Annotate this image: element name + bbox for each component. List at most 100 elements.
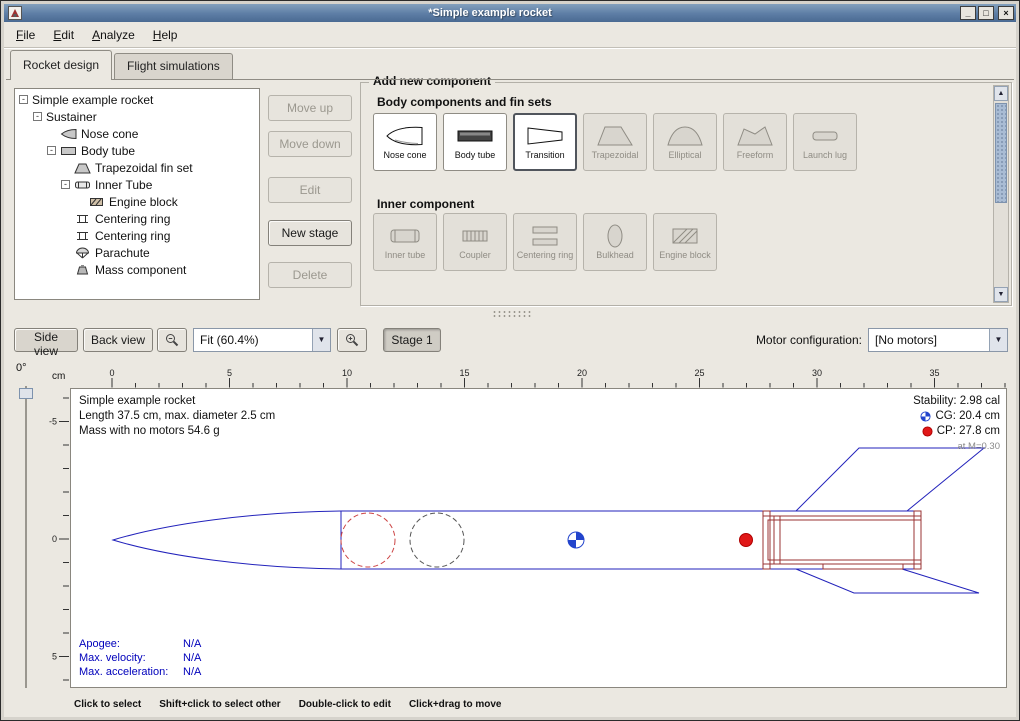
svg-text:25: 25 [694, 368, 704, 378]
menu-analyze[interactable]: Analyze [84, 24, 143, 46]
add-inner-tube-button[interactable]: Inner tube [373, 213, 437, 271]
tab-pane-border [6, 79, 1014, 80]
tree-item-simple-example-rocket[interactable]: -Simple example rocket [15, 91, 259, 108]
delete-button[interactable]: Delete [268, 262, 352, 288]
tree-item-centering-ring[interactable]: Centering ring [15, 227, 259, 244]
side-view-button[interactable]: Side view [14, 328, 78, 352]
apogee-label: Apogee: [79, 637, 183, 651]
centering-ring-icon [74, 230, 91, 242]
expander-minus-icon[interactable]: - [33, 112, 42, 121]
svg-text:20: 20 [577, 368, 587, 378]
title-bar[interactable]: *Simple example rocket _ □ × [4, 4, 1016, 22]
tab-flight-simulations[interactable]: Flight simulations [114, 53, 233, 79]
tree-item-engine-block[interactable]: Engine block [15, 193, 259, 210]
app-window: *Simple example rocket _ □ × FileEditAna… [0, 0, 1020, 721]
scrollbar[interactable]: ▲ ▼ [993, 85, 1009, 303]
add-launch-lug-button[interactable]: Launch lug [793, 113, 857, 171]
trapezoid-icon [595, 123, 635, 149]
scroll-down-icon[interactable]: ▼ [994, 287, 1008, 302]
add-centering-ring-button[interactable]: Centering ring [513, 213, 577, 271]
ruler-horizontal: 05101520253035 [70, 368, 1007, 388]
transition-icon [525, 123, 565, 149]
tree-item-body-tube[interactable]: -Body tube [15, 142, 259, 159]
new-stage-button[interactable]: New stage [268, 220, 352, 246]
menu-file[interactable]: File [8, 24, 43, 46]
add-elliptical-button[interactable]: Elliptical [653, 113, 717, 171]
add-engine-block-button[interactable]: Engine block [653, 213, 717, 271]
flight-data: Apogee:N/A Max. velocity:N/A Max. accele… [79, 637, 201, 679]
move-down-button[interactable]: Move down [268, 131, 352, 157]
zoom-in-button[interactable] [337, 328, 367, 352]
expander-minus-icon[interactable]: - [19, 95, 28, 104]
tree-item-trapezoidal-fin-set[interactable]: Trapezoidal fin set [15, 159, 259, 176]
component-tree[interactable]: -Simple example rocket-SustainerNose con… [14, 88, 260, 300]
elliptical-icon [665, 123, 705, 149]
scroll-up-icon[interactable]: ▲ [994, 86, 1008, 101]
add-bulkhead-button[interactable]: Bulkhead [583, 213, 647, 271]
body-tube-icon [455, 123, 495, 149]
tree-item-sustainer[interactable]: -Sustainer [15, 108, 259, 125]
mass-icon [74, 264, 91, 276]
body-components-row: Nose coneBody tubeTransitionTrapezoidalE… [373, 113, 857, 171]
tab-bar: Rocket designFlight simulations [4, 48, 1016, 79]
menu-edit[interactable]: Edit [45, 24, 82, 46]
minimize-button[interactable]: _ [960, 6, 976, 20]
body-components-section-label: Body components and fin sets [377, 95, 552, 109]
add-trapezoidal-button[interactable]: Trapezoidal [583, 113, 647, 171]
app-icon [8, 6, 22, 20]
tab-rocket-design[interactable]: Rocket design [10, 50, 112, 80]
add-nose-cone-button[interactable]: Nose cone [373, 113, 437, 171]
centering-ring-icon [74, 213, 91, 225]
stage-1-toggle[interactable]: Stage 1 [383, 328, 441, 352]
svg-text:0: 0 [109, 368, 114, 378]
rocket-mass: Mass with no motors 54.6 g [79, 424, 275, 439]
chevron-down-icon[interactable]: ▼ [312, 329, 330, 351]
splitter-handle[interactable] [492, 310, 532, 319]
tree-item-inner-tube[interactable]: -Inner Tube [15, 176, 259, 193]
motor-configuration-select[interactable]: [No motors] ▼ [868, 328, 1008, 352]
tree-item-mass-component[interactable]: Mass component [15, 261, 259, 278]
fin-upper [796, 448, 984, 511]
hint-click-select: Click to select [74, 699, 141, 710]
maximize-button[interactable]: □ [978, 6, 994, 20]
back-view-button[interactable]: Back view [83, 328, 153, 352]
inner-tube-icon [385, 223, 425, 249]
add-component-title: Add new component [369, 74, 495, 88]
move-up-button[interactable]: Move up [268, 95, 352, 121]
fin-lower [796, 569, 979, 593]
cp-marker [740, 534, 753, 547]
tree-item-nose-cone[interactable]: Nose cone [15, 125, 259, 142]
tree-item-parachute[interactable]: Parachute [15, 244, 259, 261]
menu-help[interactable]: Help [145, 24, 186, 46]
svg-text:5: 5 [227, 368, 232, 378]
cg-marker [568, 532, 584, 548]
close-button[interactable]: × [998, 6, 1014, 20]
slider-thumb[interactable] [19, 388, 33, 399]
tree-item-centering-ring[interactable]: Centering ring [15, 210, 259, 227]
inner-components-row: Inner tubeCouplerCentering ringBulkheadE… [373, 213, 717, 271]
hint-shift-click: Shift+click to select other [159, 699, 280, 710]
expander-minus-icon[interactable]: - [61, 180, 70, 189]
cp-icon [922, 426, 933, 437]
zoom-in-icon [344, 332, 360, 348]
motor-configuration-value: [No motors] [869, 329, 989, 351]
nose-cone-icon [60, 128, 77, 140]
edit-button[interactable]: Edit [268, 177, 352, 203]
svg-text:10: 10 [342, 368, 352, 378]
mach-value: at M=0.30 [913, 439, 1000, 454]
window-title: *Simple example rocket [22, 4, 958, 22]
add-coupler-button[interactable]: Coupler [443, 213, 507, 271]
add-body-tube-button[interactable]: Body tube [443, 113, 507, 171]
add-transition-button[interactable]: Transition [513, 113, 577, 171]
rocket-figure-canvas[interactable]: Simple example rocket Length 37.5 cm, ma… [70, 388, 1007, 688]
zoom-select[interactable]: Fit (60.4%) ▼ [193, 328, 331, 352]
engine-block-icon [88, 196, 105, 208]
ruler-vertical: -505 [44, 388, 70, 688]
expander-minus-icon[interactable]: - [47, 146, 56, 155]
scrollbar-thumb[interactable] [995, 103, 1007, 203]
add-freeform-button[interactable]: Freeform [723, 113, 787, 171]
zoom-out-button[interactable] [157, 328, 187, 352]
hint-bar: Click to select Shift+click to select ot… [74, 695, 1008, 713]
rotation-slider[interactable] [19, 386, 33, 688]
chevron-down-icon[interactable]: ▼ [989, 329, 1007, 351]
